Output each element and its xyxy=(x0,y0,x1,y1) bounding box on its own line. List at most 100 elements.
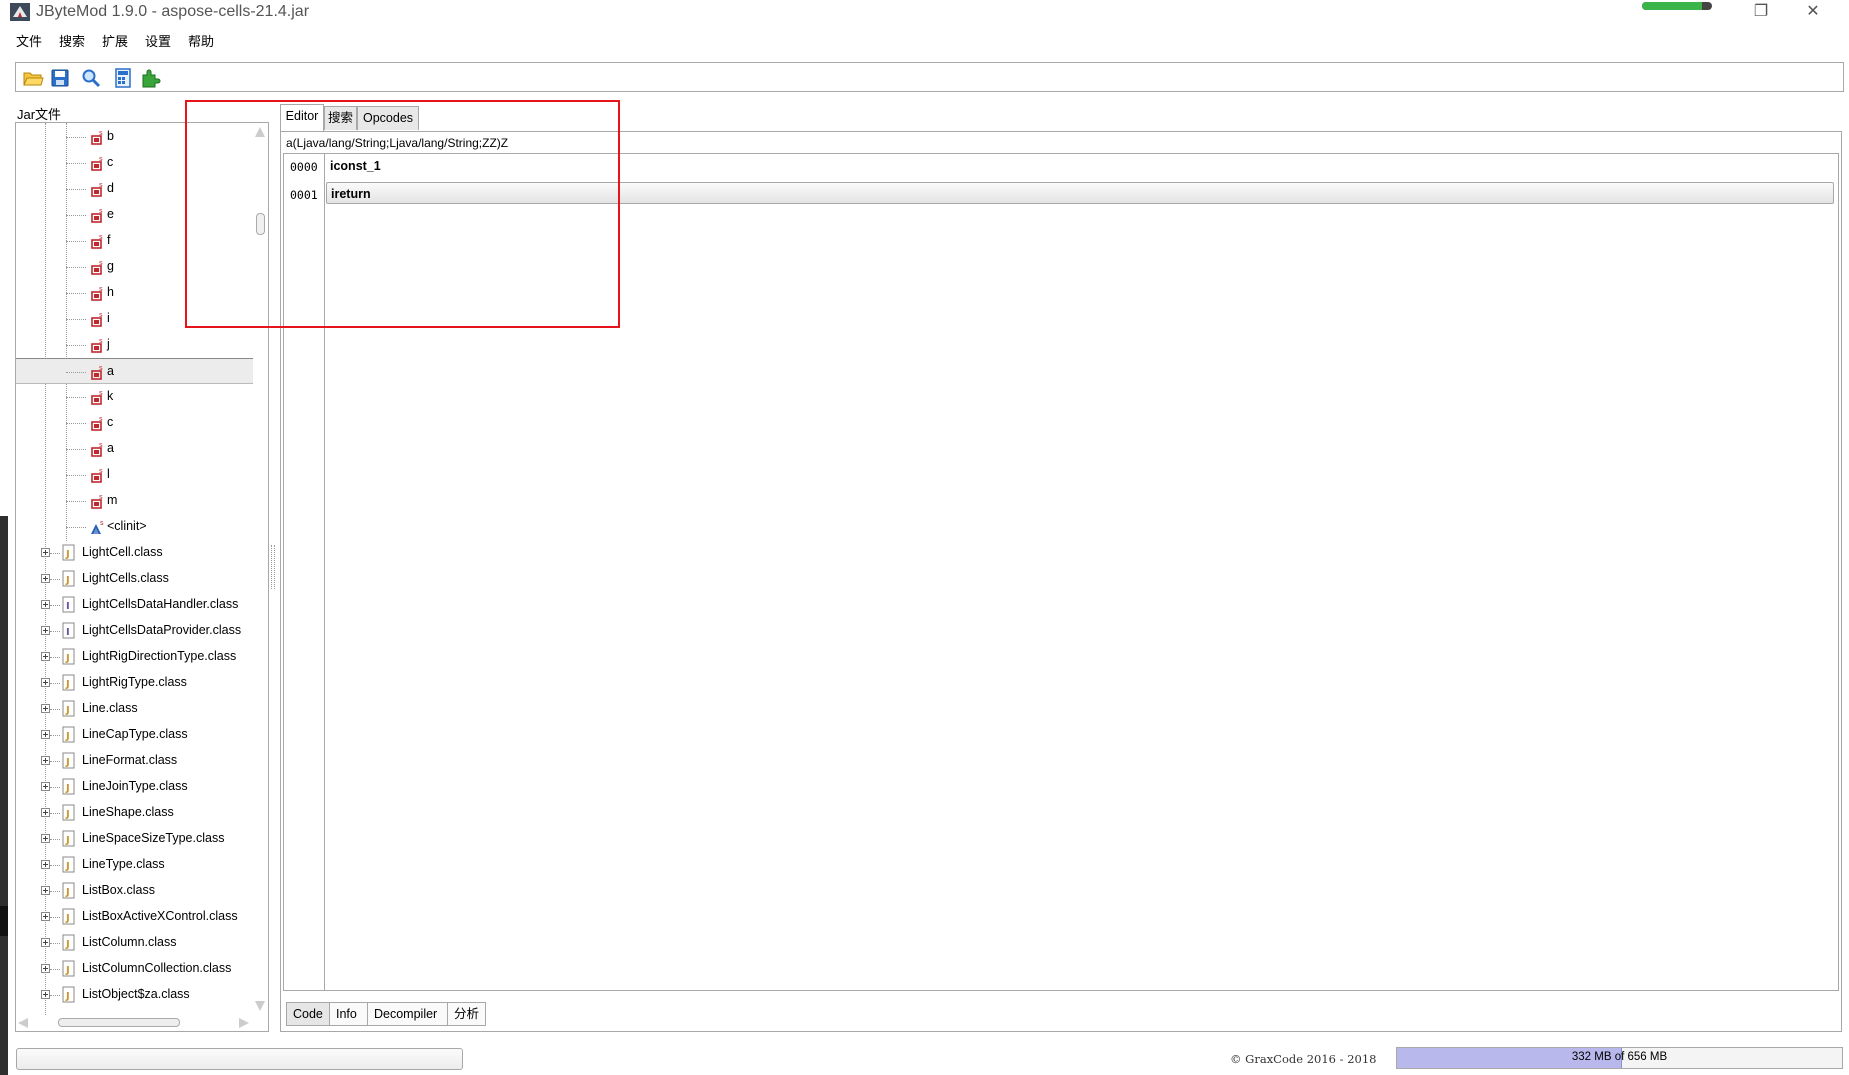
title-bar[interactable]: JByteMod 1.9.0 - aspose-cells-21.4.jar ❐… xyxy=(0,0,1849,26)
scroll-down-icon[interactable] xyxy=(255,1001,265,1011)
svg-text:s: s xyxy=(99,233,103,241)
expand-icon[interactable] xyxy=(41,756,50,765)
expand-icon[interactable] xyxy=(41,886,50,895)
expand-icon[interactable] xyxy=(41,600,50,609)
jar-files-label: Jar文件 xyxy=(17,107,62,122)
svg-text:s: s xyxy=(100,519,104,527)
tree-item-label: j xyxy=(107,337,110,351)
expand-icon[interactable] xyxy=(41,938,50,947)
tree-item-method[interactable]: s <clinit> xyxy=(16,514,253,540)
class-file-icon: J xyxy=(62,934,75,951)
menu-search[interactable]: 搜索 xyxy=(59,31,85,50)
tree-item-class[interactable]: J LineJoinType.class xyxy=(16,774,253,800)
tree-item-class[interactable]: J Line.class xyxy=(16,696,253,722)
scroll-left-icon[interactable] xyxy=(18,1018,28,1028)
tab-decompiler[interactable]: Decompiler xyxy=(368,1002,448,1026)
tree-item-class[interactable]: J ListBox.class xyxy=(16,878,253,904)
svg-text:J: J xyxy=(65,653,70,664)
class-file-icon: J xyxy=(62,830,75,847)
tree-item-class[interactable]: J LightCell.class xyxy=(16,540,253,566)
expand-icon[interactable] xyxy=(41,834,50,843)
restore-button[interactable]: ❐ xyxy=(1738,0,1784,26)
class-file-icon: J xyxy=(62,544,75,561)
tree-item-method[interactable]: sj xyxy=(16,332,253,358)
tree-item-label: ListBoxActiveXControl.class xyxy=(82,909,238,923)
tree-item-class[interactable]: J ListObject$za.class xyxy=(16,982,253,1008)
svg-text:J: J xyxy=(65,965,70,976)
tree-item-method[interactable]: sa xyxy=(16,358,253,384)
close-button[interactable]: ✕ xyxy=(1790,0,1836,26)
expand-icon[interactable] xyxy=(41,808,50,817)
expand-icon[interactable] xyxy=(41,990,50,999)
svg-text:J: J xyxy=(65,835,70,846)
tree-item-method[interactable]: sk xyxy=(16,384,253,410)
expand-icon[interactable] xyxy=(41,912,50,921)
tree-item-label: LineSpaceSizeType.class xyxy=(82,831,225,845)
expand-icon[interactable] xyxy=(41,964,50,973)
menu-extend[interactable]: 扩展 xyxy=(102,31,128,50)
open-folder-icon[interactable] xyxy=(22,67,44,89)
tree-item-label: ListColumn.class xyxy=(82,935,177,949)
copyright-text: © GraxCode 2016 - 2018 xyxy=(1230,1052,1377,1066)
tree-item-class[interactable]: J LightRigType.class xyxy=(16,670,253,696)
method-icon: s xyxy=(91,441,103,457)
tree-item-label: i xyxy=(107,311,110,325)
tab-analysis[interactable]: 分析 xyxy=(448,1002,486,1026)
tree-item-class[interactable]: J LineFormat.class xyxy=(16,748,253,774)
expand-icon[interactable] xyxy=(41,860,50,869)
tree-item-class[interactable]: J ListColumnCollection.class xyxy=(16,956,253,982)
tree-item-label: b xyxy=(107,129,114,143)
menu-file[interactable]: 文件 xyxy=(16,31,42,50)
tree-item-method[interactable]: sl xyxy=(16,462,253,488)
expand-icon[interactable] xyxy=(41,626,50,635)
menu-help[interactable]: 帮助 xyxy=(188,31,214,50)
expand-icon[interactable] xyxy=(41,574,50,583)
class-file-icon: J xyxy=(62,882,75,899)
tab-code[interactable]: Code xyxy=(286,1002,330,1026)
tree-item-class[interactable]: J LightRigDirectionType.class xyxy=(16,644,253,670)
tree-item-label: c xyxy=(107,415,114,429)
split-pane-divider[interactable] xyxy=(271,545,275,589)
tree-item-label: c xyxy=(107,155,114,169)
expand-icon[interactable] xyxy=(41,704,50,713)
interface-file-icon: I xyxy=(62,622,75,639)
tree-item-class[interactable]: I LightCellsDataProvider.class xyxy=(16,618,253,644)
tree-item-class[interactable]: J LineShape.class xyxy=(16,800,253,826)
class-file-icon: J xyxy=(62,726,75,743)
svg-text:s: s xyxy=(99,467,103,475)
menu-settings[interactable]: 设置 xyxy=(145,31,171,50)
expand-icon[interactable] xyxy=(41,730,50,739)
tree-item-class[interactable]: J ListBoxActiveXControl.class xyxy=(16,904,253,930)
tab-info[interactable]: Info xyxy=(330,1002,368,1026)
expand-icon[interactable] xyxy=(41,782,50,791)
highlight-annotation xyxy=(185,100,620,328)
expand-icon[interactable] xyxy=(41,678,50,687)
tree-item-class[interactable]: J LineCapType.class xyxy=(16,722,253,748)
tree-item-class[interactable]: J LightCells.class xyxy=(16,566,253,592)
method-icon: s xyxy=(91,233,103,249)
tree-item-method[interactable]: sa xyxy=(16,436,253,462)
expand-icon[interactable] xyxy=(41,652,50,661)
tree-item-label: LightCellsDataHandler.class xyxy=(82,597,239,611)
plugin-icon[interactable] xyxy=(139,67,161,89)
tree-item-class[interactable]: J LineType.class xyxy=(16,852,253,878)
svg-text:s: s xyxy=(99,389,103,397)
tree-item-class[interactable]: I LightCellsDataHandler.class xyxy=(16,592,253,618)
svg-text:s: s xyxy=(99,337,103,345)
tree-item-class[interactable]: J ListColumn.class xyxy=(16,930,253,956)
svg-text:J: J xyxy=(65,939,70,950)
tree-item-method[interactable]: sm xyxy=(16,488,253,514)
svg-text:J: J xyxy=(65,809,70,820)
search-icon[interactable] xyxy=(80,67,102,89)
tree-item-class[interactable]: J LineSpaceSizeType.class xyxy=(16,826,253,852)
scroll-thumb-horizontal[interactable] xyxy=(58,1018,180,1027)
expand-icon[interactable] xyxy=(41,548,50,557)
tab-editor[interactable]: Editor xyxy=(280,104,324,131)
scroll-right-icon[interactable] xyxy=(239,1018,249,1028)
tree-horizontal-scrollbar[interactable] xyxy=(16,1015,268,1031)
save-icon[interactable] xyxy=(49,67,71,89)
tree-item-method[interactable]: sc xyxy=(16,410,253,436)
calculator-icon[interactable] xyxy=(112,67,134,89)
tree-item-label: a xyxy=(107,441,114,455)
memory-usage-bar[interactable]: 332 MB of 656 MB xyxy=(1396,1047,1843,1069)
